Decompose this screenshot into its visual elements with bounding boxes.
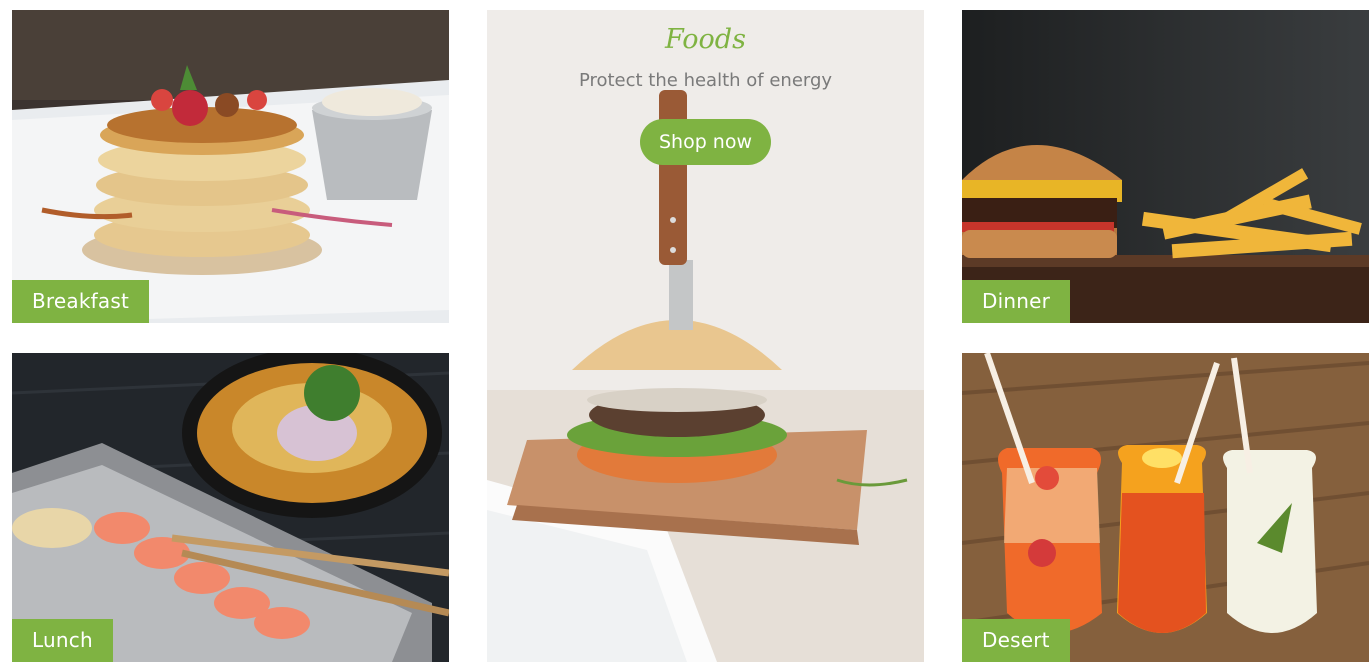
fruit-cocktails-image (962, 353, 1369, 662)
category-tile-dinner[interactable]: Dinner (962, 10, 1369, 323)
category-label-desert: Desert (962, 619, 1070, 662)
burger-with-knife-image (487, 10, 924, 662)
feature-subtitle: Protect the health of energy (578, 70, 833, 91)
category-label-breakfast: Breakfast (12, 280, 150, 323)
salmon-sashimi-bowl-image (12, 353, 449, 662)
category-tile-lunch[interactable]: Lunch (12, 353, 449, 662)
category-label-dinner: Dinner (962, 280, 1071, 323)
category-tile-desert[interactable]: Desert (962, 353, 1369, 662)
feature-banner: Foods Protect the health of energy Shop … (487, 10, 924, 662)
burger-and-fries-image (962, 10, 1369, 323)
category-tile-breakfast[interactable]: Breakfast (12, 10, 449, 323)
category-label-lunch: Lunch (12, 619, 113, 662)
feature-title: Foods (665, 24, 746, 55)
pancake-stack-image (12, 10, 449, 323)
shop-now-button[interactable]: Shop now (640, 119, 771, 165)
